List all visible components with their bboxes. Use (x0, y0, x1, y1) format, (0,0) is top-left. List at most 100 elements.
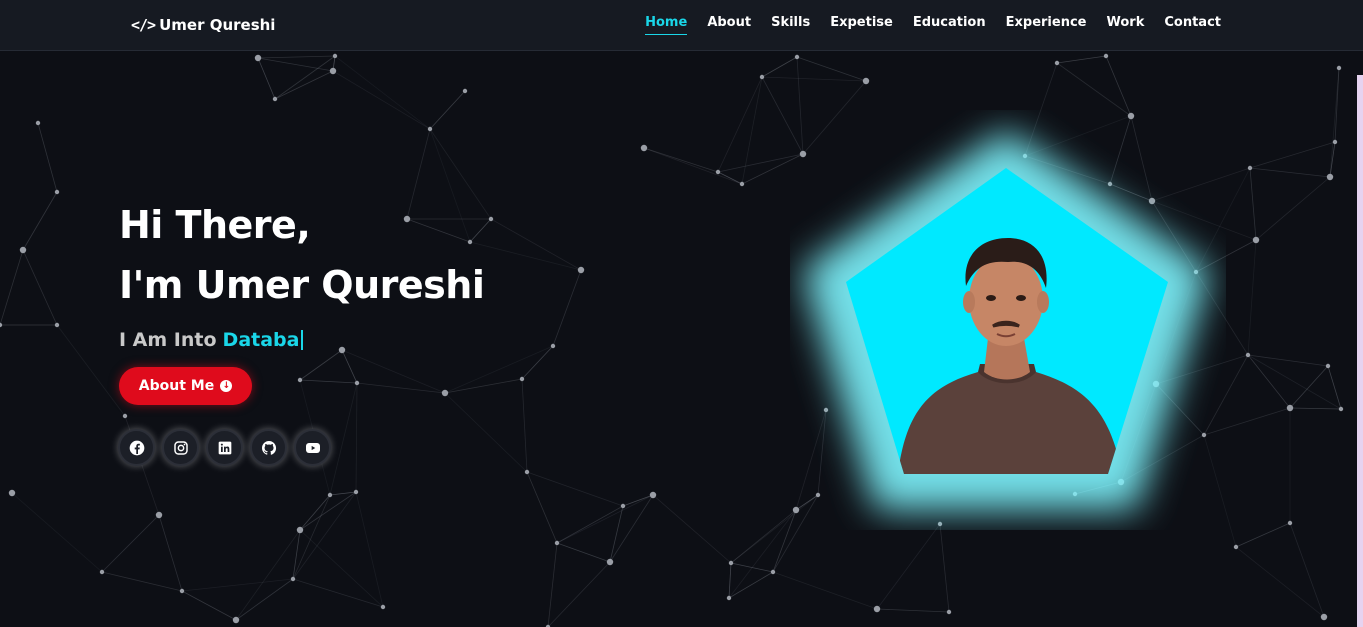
navbar: </> Umer Qureshi Home About Skills Expet… (0, 0, 1363, 51)
network-node (759, 74, 765, 80)
facebook-icon[interactable] (118, 429, 155, 466)
network-node (873, 605, 881, 613)
network-line (939, 523, 950, 613)
scrollbar-thumb[interactable] (1357, 75, 1363, 627)
network-line (1247, 354, 1342, 410)
network-line (741, 76, 763, 185)
network-line (728, 571, 774, 599)
network-node (550, 343, 556, 349)
network-line (444, 345, 554, 394)
network-node (577, 266, 585, 274)
linkedin-icon[interactable] (206, 429, 243, 466)
network-line (292, 494, 331, 580)
network-line (1247, 354, 1291, 409)
nav-link-contact[interactable]: Contact (1164, 15, 1221, 35)
code-icon: </> (131, 16, 156, 34)
network-line (158, 514, 183, 592)
network-node (1332, 139, 1338, 145)
network-line (1249, 141, 1336, 169)
network-line (299, 349, 343, 381)
network-line (1289, 365, 1329, 409)
network-line (1235, 522, 1291, 548)
network-node (1336, 65, 1342, 71)
nav-link-expertise[interactable]: Expetise (830, 15, 893, 35)
network-line (334, 55, 431, 130)
network-node (554, 540, 560, 546)
about-me-button[interactable]: About Me ↓ (119, 367, 252, 405)
brand-logo[interactable]: </> Umer Qureshi (131, 14, 275, 36)
typing-prefix: I Am Into (119, 329, 217, 351)
network-node (380, 604, 386, 610)
network-node (1320, 613, 1328, 621)
network-line (556, 494, 654, 544)
network-node (54, 322, 60, 328)
network-node (297, 377, 303, 383)
network-line (526, 471, 624, 507)
network-line (356, 382, 446, 394)
network-line (1247, 239, 1257, 356)
network-line (56, 324, 126, 417)
network-line (37, 122, 58, 193)
nav-link-experience[interactable]: Experience (1006, 15, 1087, 35)
network-line (609, 505, 624, 563)
network-line (292, 578, 384, 608)
network-line (609, 494, 654, 563)
network-node (620, 503, 626, 509)
network-line (341, 349, 446, 394)
network-node (427, 126, 433, 132)
network-line (22, 249, 58, 326)
network-line (717, 76, 763, 173)
network-line (355, 491, 384, 608)
network-node (296, 526, 304, 534)
network-node (1233, 544, 1239, 550)
network-node (794, 54, 800, 60)
network-line (329, 382, 358, 496)
network-line (796, 56, 867, 82)
network-node (1103, 53, 1109, 59)
github-icon[interactable] (250, 429, 287, 466)
network-line (521, 345, 554, 380)
youtube-icon[interactable] (294, 429, 331, 466)
instagram-icon[interactable] (162, 429, 199, 466)
network-line (1255, 176, 1331, 241)
network-line (429, 90, 466, 130)
network-line (876, 523, 941, 610)
network-line (1289, 407, 1342, 410)
network-line (622, 494, 654, 507)
network-node (254, 54, 262, 62)
network-node (354, 380, 360, 386)
typing-line: I Am Into Databa (119, 329, 484, 351)
network-node (179, 588, 185, 594)
network-line (547, 542, 558, 627)
portrait-frame (802, 130, 1210, 510)
network-line (292, 491, 357, 580)
network-line (876, 608, 950, 613)
nav-link-work[interactable]: Work (1106, 15, 1144, 35)
nav-link-education[interactable]: Education (913, 15, 986, 35)
network-line (299, 379, 358, 384)
network-line (469, 241, 582, 271)
nav-menu: Home About Skills Expetise Education Exp… (645, 15, 1221, 35)
network-node (1338, 406, 1344, 412)
nav-link-skills[interactable]: Skills (771, 15, 810, 35)
network-line (1249, 167, 1331, 178)
network-node (1054, 60, 1060, 66)
network-line (1235, 546, 1325, 618)
network-node (728, 560, 734, 566)
nav-link-home[interactable]: Home (645, 15, 688, 35)
network-node (1252, 236, 1260, 244)
network-line (235, 578, 294, 621)
network-line (643, 147, 719, 173)
network-line (1247, 354, 1329, 367)
network-line (1249, 167, 1257, 241)
network-node (715, 169, 721, 175)
network-line (355, 382, 358, 493)
nav-link-about[interactable]: About (707, 15, 751, 35)
network-line (235, 529, 301, 621)
network-node (519, 376, 525, 382)
network-node (640, 144, 648, 152)
typed-text: Databa (222, 329, 300, 351)
network-node (649, 491, 657, 499)
network-line (728, 509, 797, 599)
network-line (332, 70, 431, 130)
